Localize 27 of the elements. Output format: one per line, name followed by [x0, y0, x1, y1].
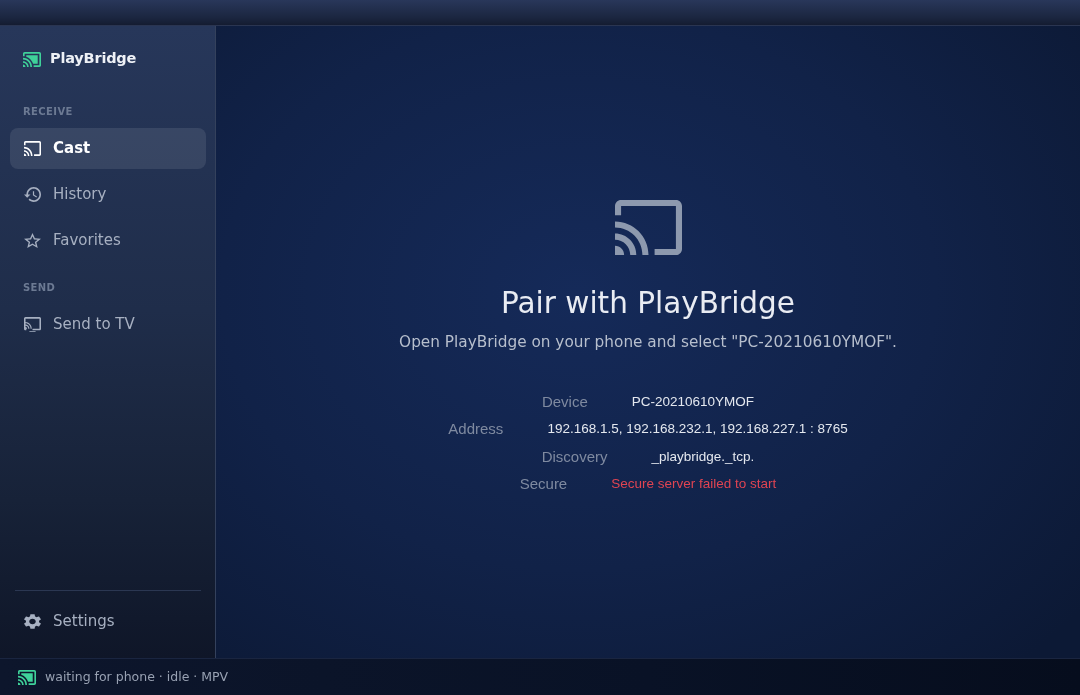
cast-status-icon: [18, 669, 36, 685]
pairing-title: Pair with PlayBridge: [501, 285, 795, 321]
detail-value: PC-20210610YMOF: [631, 392, 755, 411]
pairing-instructions: Open PlayBridge on your phone and select "PC-20210610YMOF".: [399, 333, 897, 351]
sidebar-item[interactable]: Settings: [10, 601, 206, 642]
history-icon: [24, 187, 41, 202]
settings-icon: [24, 614, 41, 629]
star-icon: [24, 233, 41, 248]
detail-label: Device: [541, 391, 588, 412]
detail-value: 192.168.1.5, 192.168.232.1, 192.168.227.1 : 8765: [547, 420, 848, 439]
detail-value: _playbridge._tcp.: [651, 447, 755, 466]
detail-label: Address: [448, 419, 504, 439]
cast-logo-icon: [23, 51, 41, 67]
screen-cast-icon: [24, 317, 41, 332]
error-message: Secure server failed to start: [611, 475, 777, 494]
cast-icon: [24, 141, 41, 156]
cast-icon: [614, 200, 682, 255]
section-heading: RECEIVE: [22, 105, 74, 118]
app-name: PlayBridge: [50, 49, 137, 69]
detail-label: Discovery: [541, 446, 608, 467]
sidebar-item[interactable]: Send to TV: [10, 304, 206, 345]
sidebar-item[interactable]: Favorites: [10, 220, 206, 261]
sidebar-item[interactable]: Cast: [10, 128, 206, 169]
sidebar-item[interactable]: History: [10, 174, 206, 215]
detail-label: Secure: [519, 474, 568, 494]
status-text: waiting for phone · idle · MPV: [45, 667, 229, 686]
section-heading: SEND: [22, 281, 57, 294]
